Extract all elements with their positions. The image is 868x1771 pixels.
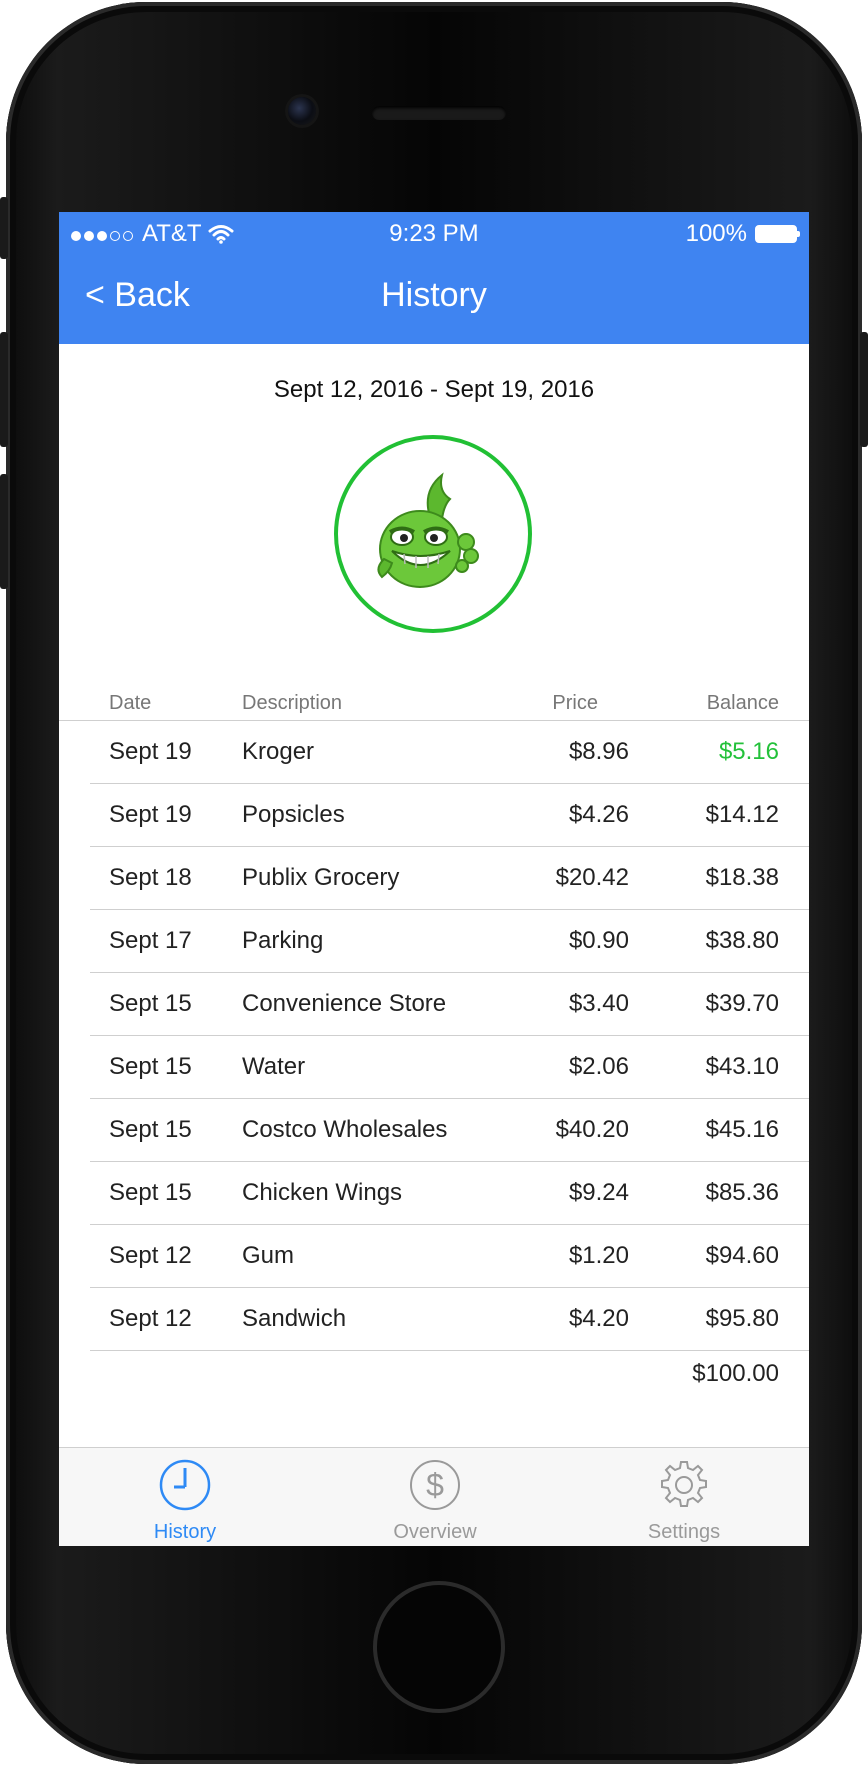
mute-switch (0, 197, 8, 259)
clock-icon (159, 1459, 211, 1511)
row-date: Sept 12 (109, 1242, 192, 1269)
volume-down-button (0, 474, 8, 589)
row-price: $8.96 (568, 738, 629, 765)
row-balance: $14.12 (705, 801, 779, 828)
green-fish-mascot-icon (377, 472, 479, 588)
row-price: $20.42 (555, 864, 629, 891)
row-balance: $43.10 (705, 1053, 779, 1080)
row-description: Gum (242, 1242, 295, 1269)
table-row[interactable]: Sept 15 Water $2.06 $43.10 (90, 1036, 809, 1099)
column-header-date: Date (109, 692, 152, 714)
column-header-price: Price (552, 692, 598, 714)
table-header: Date Description Price Balance (59, 682, 809, 722)
row-balance: $94.60 (705, 1242, 779, 1269)
tab-overview[interactable]: $ Overview (375, 1458, 495, 1544)
tab-label: History (153, 1521, 217, 1543)
transaction-list: Sept 19 Kroger $8.96 $5.16 Sept 19 Popsi… (59, 721, 809, 1351)
table-row[interactable]: Sept 12 Sandwich $4.20 $95.80 (90, 1288, 809, 1351)
row-price: $9.24 (568, 1179, 629, 1206)
battery-icon (755, 225, 800, 243)
table-row[interactable]: Sept 15 Chicken Wings $9.24 $85.36 (90, 1162, 809, 1225)
row-balance: $95.80 (705, 1305, 779, 1332)
row-description: Sandwich (242, 1305, 347, 1332)
column-header-balance: Balance (706, 692, 779, 714)
column-header-description: Description (242, 692, 343, 714)
starting-balance: $100.00 (692, 1360, 779, 1387)
row-date: Sept 15 (109, 1179, 192, 1206)
page-title: History (381, 276, 487, 314)
table-row[interactable]: Sept 15 Convenience Store $3.40 $39.70 (90, 973, 809, 1036)
row-date: Sept 19 (109, 801, 192, 828)
row-price: $0.90 (568, 927, 629, 954)
status-bar: AT&T 9:23 PM 100% (59, 212, 809, 252)
tab-history[interactable]: History (125, 1458, 245, 1544)
gear-icon (661, 1461, 707, 1507)
row-date: Sept 15 (109, 990, 192, 1017)
row-date: Sept 17 (109, 927, 192, 954)
table-row[interactable]: Sept 19 Kroger $8.96 $5.16 (90, 721, 809, 784)
row-balance: $85.36 (705, 1179, 779, 1206)
tab-label: Settings (647, 1521, 721, 1543)
row-price: $1.20 (568, 1242, 629, 1269)
tab-bar: History $ Overview Settings (59, 1447, 809, 1546)
row-balance: $45.16 (705, 1116, 779, 1143)
row-description: Costco Wholesales (242, 1116, 448, 1143)
tab-settings[interactable]: Settings (624, 1458, 744, 1544)
app-screen: AT&T 9:23 PM 100% < Back History Sept 12… (59, 212, 809, 1546)
avatar (334, 435, 532, 633)
table-row[interactable]: Sept 18 Publix Grocery $20.42 $18.38 (90, 847, 809, 910)
row-price: $40.20 (555, 1116, 629, 1143)
row-description: Publix Grocery (242, 864, 400, 891)
row-date: Sept 19 (109, 738, 192, 765)
row-description: Kroger (242, 738, 315, 765)
power-button (860, 332, 868, 447)
row-date: Sept 15 (109, 1053, 192, 1080)
row-price: $4.20 (568, 1305, 629, 1332)
row-description: Parking (242, 927, 324, 954)
row-price: $3.40 (568, 990, 629, 1017)
row-balance: $38.80 (705, 927, 779, 954)
row-balance: $18.38 (705, 864, 779, 891)
volume-up-button (0, 332, 8, 447)
row-price: $4.26 (568, 801, 629, 828)
row-date: Sept 12 (109, 1305, 192, 1332)
row-description: Popsicles (242, 801, 345, 828)
svg-text:$: $ (426, 1467, 444, 1503)
row-balance: $39.70 (705, 990, 779, 1017)
row-date: Sept 18 (109, 864, 192, 891)
row-balance: $5.16 (718, 738, 779, 765)
dollar-circle-icon: $ (410, 1460, 460, 1510)
row-description: Convenience Store (242, 990, 447, 1017)
navigation-bar: < Back History (59, 252, 809, 344)
table-row[interactable]: Sept 17 Parking $0.90 $38.80 (90, 910, 809, 973)
table-row[interactable]: Sept 12 Gum $1.20 $94.60 (90, 1225, 809, 1288)
row-price: $2.06 (568, 1053, 629, 1080)
table-row[interactable]: Sept 15 Costco Wholesales $40.20 $45.16 (90, 1099, 809, 1162)
home-button[interactable] (373, 1581, 505, 1713)
battery-percent: 100% (685, 220, 747, 247)
date-range-label: Sept 12, 2016 - Sept 19, 2016 (273, 376, 595, 403)
table-row[interactable]: Sept 19 Popsicles $4.26 $14.12 (90, 784, 809, 847)
tab-label: Overview (393, 1521, 477, 1543)
row-description: Water (242, 1053, 306, 1080)
row-description: Chicken Wings (242, 1179, 403, 1206)
header: AT&T 9:23 PM 100% < Back History (59, 212, 809, 344)
earpiece-speaker (372, 106, 506, 120)
row-date: Sept 15 (109, 1116, 192, 1143)
front-camera (288, 97, 316, 125)
